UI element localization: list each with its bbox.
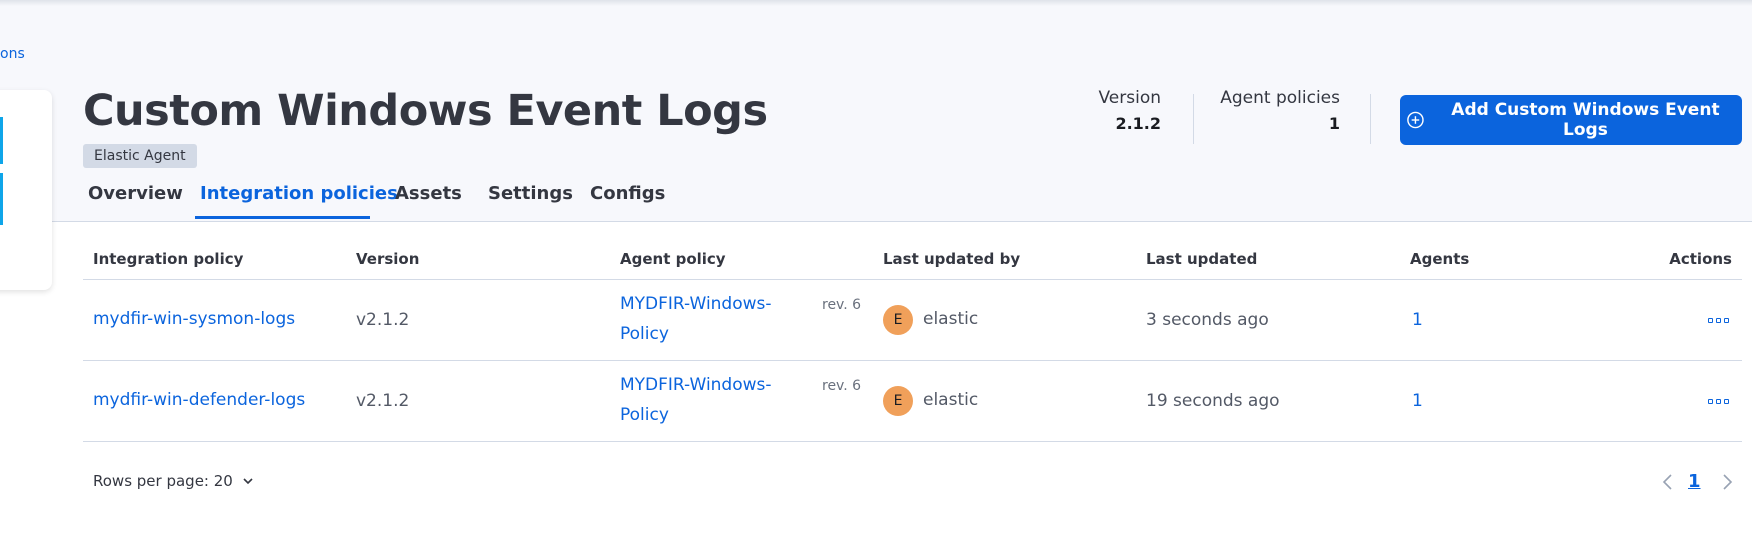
stat-divider [1370,94,1371,144]
tab-integration-policies[interactable]: Integration policies [200,183,398,204]
column-header-actions: Actions [1669,250,1732,268]
policy-version: v2.1.2 [356,310,410,330]
elastic-agent-badge: Elastic Agent [83,144,197,168]
stat-divider [1193,94,1194,144]
rows-per-page-label: Rows per page: 20 [93,472,233,490]
integration-policy-link[interactable]: mydfir-win-defender-logs [93,390,305,410]
add-integration-button[interactable]: Add Custom Windows Event Logs [1400,95,1742,145]
integration-policy-link[interactable]: mydfir-win-sysmon-logs [93,309,295,329]
avatar: E [883,305,913,335]
plus-circle-icon [1407,111,1424,129]
integration-logo-card [0,90,52,290]
column-header-last-updated[interactable]: Last updated [1146,250,1257,268]
tab-settings[interactable]: Settings [488,183,573,204]
agent-policy-link[interactable]: Policy [620,324,669,344]
agents-count-link[interactable]: 1 [1412,391,1423,411]
add-integration-label: Add Custom Windows Event Logs [1451,100,1720,140]
column-header-agents[interactable]: Agents [1410,250,1469,268]
boxes-menu-icon[interactable] [1708,318,1729,323]
chevron-right-icon[interactable] [1720,473,1734,495]
column-header-integration-policy[interactable]: Integration policy [93,250,243,268]
page-title: Custom Windows Event Logs [83,86,768,136]
agent-policies-label: Agent policies [1220,88,1340,108]
agent-policy-link[interactable]: MYDFIR-Windows- [620,375,772,395]
updated-by-user: elastic [923,390,979,410]
avatar: E [883,386,913,416]
last-updated-time: 3 seconds ago [1146,310,1269,330]
agents-count-link[interactable]: 1 [1412,310,1423,330]
tab-overview[interactable]: Overview [88,183,183,204]
last-updated-time: 19 seconds ago [1146,391,1280,411]
active-tab-indicator [195,216,370,219]
table-header-divider [83,279,1742,280]
version-value: 2.1.2 [1115,114,1161,133]
page-number-button[interactable]: 1 [1688,471,1701,492]
rows-per-page-button[interactable]: Rows per page: 20 [93,472,255,490]
updated-by-user: elastic [923,309,979,329]
revision-label: rev. 6 [822,297,862,313]
column-header-version[interactable]: Version [356,250,419,268]
policy-version: v2.1.2 [356,391,410,411]
column-header-last-updated-by[interactable]: Last updated by [883,250,1020,268]
agent-policy-link[interactable]: MYDFIR-Windows- [620,294,772,314]
tab-assets[interactable]: Assets [395,183,462,204]
revision-label: rev. 6 [822,378,862,394]
version-label: Version [1098,88,1161,108]
agent-policies-value: 1 [1328,114,1340,133]
agent-policies-stat: Agent policies 1 [1220,88,1340,133]
boxes-menu-icon[interactable] [1708,399,1729,404]
breadcrumb-link[interactable]: ons [0,46,25,62]
chevron-left-icon[interactable] [1661,473,1675,495]
version-stat: Version 2.1.2 [1098,88,1161,133]
tab-configs[interactable]: Configs [590,183,665,204]
row-divider [83,441,1742,442]
chevron-down-icon [243,478,253,485]
row-divider [83,360,1742,361]
agent-policy-link[interactable]: Policy [620,405,669,425]
column-header-agent-policy[interactable]: Agent policy [620,250,726,268]
